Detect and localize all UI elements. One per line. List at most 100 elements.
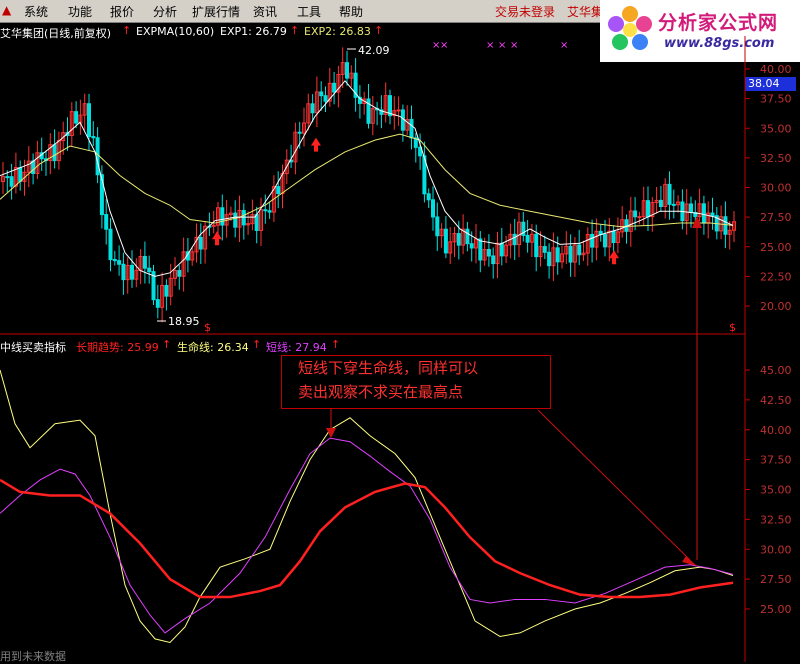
candle-body [31,160,36,174]
candle-body [555,247,560,263]
candle-body [443,228,448,254]
candle-body [431,199,435,218]
bottom-axis-tick-label: 37.50 [760,454,792,467]
signal-dot-icon: × [560,40,568,51]
exp2-line [0,133,734,228]
candle-body [241,209,246,226]
candle-body [701,203,706,224]
candle-body [478,238,483,261]
candle-body [9,176,14,187]
candle-body [646,200,650,218]
candle-body [112,259,117,262]
candle-body [491,255,496,265]
candle-body [499,242,504,257]
candlestick-series [1,47,736,323]
candle-body [426,193,431,201]
candle-body [108,228,113,261]
candle-body [233,212,238,228]
annotation-box: 短线下穿生命线，同样可以 卖出观察不求买在最高点 [281,355,551,409]
candle-body [469,243,474,249]
candle-body [723,216,728,235]
signal-dot-icon: × [498,40,506,51]
candle-body [456,233,461,246]
top-price-axis: 40.00 37.50 35.00 32.50 30.00 27.50 25.00 22.50… [745,63,792,313]
candle-body [263,209,268,212]
candle-body [121,263,126,281]
signal-dot-icon: × [510,40,518,51]
candle-body [345,62,349,79]
top-axis-tick-label: 25.00 [760,241,792,254]
candle-body [710,212,715,217]
candle-body [611,230,616,244]
candle-body [177,270,182,277]
candle-body [198,236,203,250]
top-axis-tick-label: 30.00 [760,182,792,195]
top-axis-tick-label: 40.00 [760,63,792,76]
top-axis-tick-label: 37.50 [760,93,792,106]
annotation-pointer-line [537,409,691,561]
candle-body [74,111,79,124]
candle-body [435,216,440,237]
top-axis-tick-label: 35.00 [760,122,792,135]
candle-body [332,82,337,93]
candle-body [603,234,607,248]
candle-body [310,103,315,114]
high-price-label: 42.09 [358,44,390,57]
candle-body [633,210,638,218]
candle-body [671,203,676,206]
candle-body [267,210,272,213]
candle-body [220,207,225,226]
candle-body [130,264,134,280]
long-trend-line [0,478,734,599]
annotation-line-2: 卖出观察不求买在最高点 [298,383,464,401]
candle-body [658,199,663,208]
stock-chart: 40.00 37.50 35.00 32.50 30.00 27.50 25.00 22.50… [0,36,792,662]
candle-body [542,246,547,253]
candle-body [590,233,595,248]
candle-body [147,267,152,273]
candle-body [104,214,109,230]
bottom-axis-tick-label: 35.00 [760,484,792,497]
candle-body [689,203,693,213]
candle-body [276,186,281,195]
bottom-axis-tick-label: 27.50 [760,573,792,586]
top-axis-tick-label: 20.00 [760,300,792,313]
buy-signal-arrow [311,137,321,152]
signal-marker-icon: $ [204,321,211,334]
life-line [0,369,734,644]
candle-body [409,118,414,139]
candle-body [396,109,401,112]
signal-dot-icon: × [440,40,448,51]
candle-body [465,228,470,245]
candle-body [155,299,160,308]
candle-body [91,136,96,139]
bottom-indicator-axis: 45.00 42.50 40.00 37.50 35.00 32.50 30.00 27.50… [745,364,792,616]
candle-body [5,176,10,179]
candle-body [547,251,552,267]
candle-body [525,234,530,243]
short-line [0,437,734,634]
candle-body [18,167,23,182]
bottom-axis-tick-label: 25.00 [760,603,792,616]
candle-body [87,103,91,138]
low-price-label: 18.95 [168,315,200,328]
bottom-axis-tick-label: 32.50 [760,513,792,526]
candle-body [577,244,582,256]
candle-body [142,256,147,269]
bottom-axis-tick-label: 42.50 [760,394,792,407]
candle-body [486,248,491,257]
signal-dot-icon: × [486,40,494,51]
signal-marks: $ $× × × × × × [157,40,736,566]
top-axis-tick-label: 32.50 [760,152,792,165]
top-axis-tick-label: 22.50 [760,270,792,283]
annotation-line-1: 短线下穿生命线，同样可以 [298,359,479,377]
candle-body [297,131,302,134]
candle-body [323,95,328,102]
candle-body [52,144,57,162]
candle-body [667,183,672,205]
top-axis-tick-label: 27.50 [760,211,792,224]
candle-body [534,233,539,258]
bottom-axis-tick-label: 40.00 [760,424,792,437]
indicator-lines [0,369,734,644]
signal-marker-icon: $ [729,321,736,334]
